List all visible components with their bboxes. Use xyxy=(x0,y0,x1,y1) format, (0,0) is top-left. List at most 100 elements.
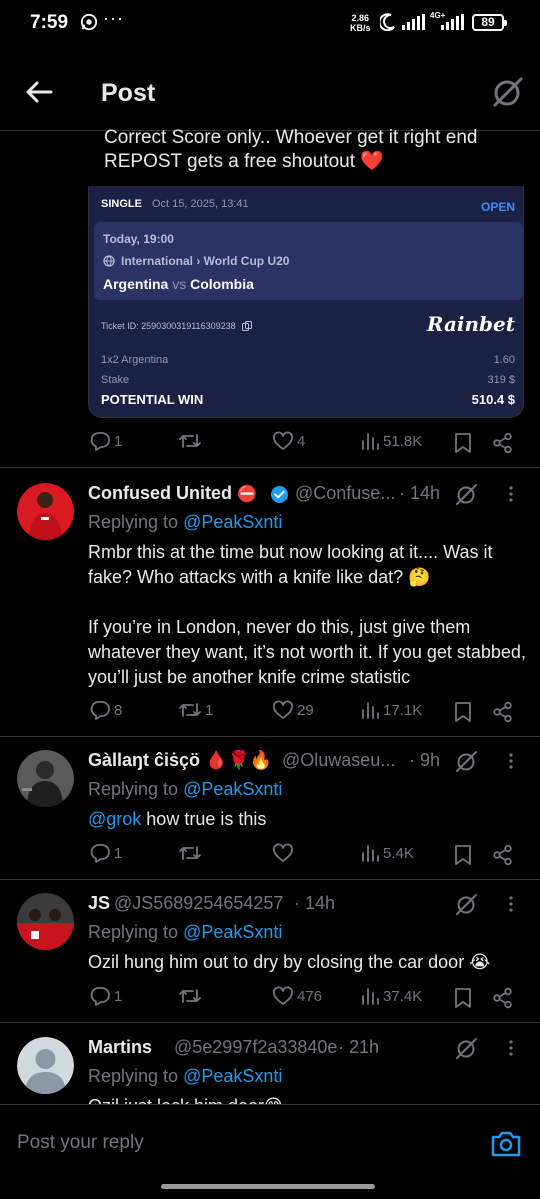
avatar[interactable] xyxy=(17,483,74,540)
reply-item[interactable]: Martins @5e2997f2a33840e · 21h Replying … xyxy=(0,1037,540,1104)
status-bar: 7:59 ··· 2.86 KB/s 4G+ 89 xyxy=(0,0,540,50)
match-league: International › World Cup U20 xyxy=(103,254,289,268)
reply-button[interactable]: 8 xyxy=(89,699,122,721)
repost-button[interactable] xyxy=(178,842,205,864)
views-button[interactable]: 5.4K xyxy=(360,842,414,864)
handle: @JS5689254654257 xyxy=(114,893,284,913)
signal-icon xyxy=(402,14,425,30)
handle: @Confuse... xyxy=(295,483,396,503)
grok-icon[interactable] xyxy=(490,75,524,109)
replying-to: Replying to @PeakSxnti xyxy=(88,512,283,532)
heart-icon xyxy=(273,431,293,450)
moon-icon xyxy=(380,13,395,31)
display-name[interactable]: Confused United ⛔ xyxy=(88,483,257,504)
like-button[interactable]: 29 xyxy=(272,699,314,721)
share-icon[interactable] xyxy=(492,432,514,454)
reply-icon xyxy=(90,987,110,1006)
repost-button[interactable]: 1 xyxy=(178,699,213,721)
repost-button[interactable] xyxy=(178,430,205,452)
status-time: 7:59 xyxy=(30,12,69,33)
network-speed: 2.86 KB/s xyxy=(350,13,371,33)
bet-slip-image[interactable]: SINGLE Oct 15, 2025, 13:41 OPEN Today, 1… xyxy=(88,186,524,418)
bet-date: Oct 15, 2025, 13:41 xyxy=(152,198,249,210)
reply-action-bar: 1 5.4K xyxy=(0,842,540,868)
repost-icon xyxy=(179,434,201,448)
heart-icon xyxy=(273,700,293,719)
views-button[interactable]: 51.8K xyxy=(360,430,422,452)
more-options-icon[interactable] xyxy=(506,894,516,914)
views-button[interactable]: 37.4K xyxy=(360,985,422,1007)
bet-status: OPEN xyxy=(480,200,515,214)
rainbet-logo: Rainbet xyxy=(426,312,515,336)
replying-to-link[interactable]: @PeakSxnti xyxy=(183,1066,282,1086)
replying-to: Replying to @PeakSxnti xyxy=(88,1066,283,1086)
handle: @Oluwaseu... xyxy=(282,750,396,770)
avatar[interactable] xyxy=(17,1037,74,1094)
like-button[interactable]: 476 xyxy=(272,985,322,1007)
copy-icon xyxy=(241,321,252,331)
back-arrow-icon[interactable] xyxy=(24,77,54,107)
more-options-icon[interactable] xyxy=(506,751,516,771)
views-icon xyxy=(362,845,379,862)
replying-to: Replying to @PeakSxnti xyxy=(88,922,283,942)
repost-icon xyxy=(179,989,201,1003)
divider xyxy=(0,1022,540,1023)
replying-to-link[interactable]: @PeakSxnti xyxy=(183,512,282,532)
views-icon xyxy=(362,702,379,719)
reply-icon xyxy=(90,844,110,863)
bookmark-icon[interactable] xyxy=(453,432,473,454)
camera-icon[interactable] xyxy=(490,1129,522,1159)
display-name[interactable]: Gàllaŋt ĉiṡçö 🩸🌹🔥 xyxy=(88,750,272,771)
reply-item[interactable]: Gàllaŋt ĉiṡçö 🩸🌹🔥 @Oluwaseu... · 9h Repl… xyxy=(0,750,540,870)
display-name[interactable]: Martins xyxy=(88,1037,152,1058)
potential-win-label: POTENTIAL WIN xyxy=(101,392,204,407)
home-indicator[interactable] xyxy=(161,1184,375,1189)
whatsapp-icon xyxy=(80,13,98,31)
replying-to-link[interactable]: @PeakSxnti xyxy=(183,922,282,942)
share-icon[interactable] xyxy=(492,987,514,1009)
reply-text: Ozil just lock him door😅 xyxy=(88,1094,528,1104)
grok-mention-link[interactable]: @grok xyxy=(88,809,141,829)
selection-odds: 1.60 xyxy=(493,354,515,366)
timestamp: · 14h xyxy=(294,893,336,913)
reply-text: @grok how true is this xyxy=(88,809,267,829)
reply-item[interactable]: JS @JS5689254654257 · 14h Replying to @P… xyxy=(0,893,540,1013)
grok-icon[interactable] xyxy=(454,749,478,773)
replying-to-link[interactable]: @PeakSxnti xyxy=(183,779,282,799)
grok-icon[interactable] xyxy=(454,892,478,916)
repost-button[interactable] xyxy=(178,985,205,1007)
avatar[interactable] xyxy=(17,750,74,807)
more-options-icon[interactable] xyxy=(506,1038,516,1058)
page-title: Post xyxy=(101,79,156,107)
share-icon[interactable] xyxy=(492,701,514,723)
share-icon[interactable] xyxy=(492,844,514,866)
reply-button[interactable]: 1 xyxy=(89,985,122,1007)
timestamp: · 21h xyxy=(338,1037,380,1057)
display-name[interactable]: JS xyxy=(88,893,110,914)
reply-action-bar: 1 476 37.4K xyxy=(0,985,540,1011)
reply-button[interactable]: 1 xyxy=(89,842,122,864)
more-options-icon[interactable] xyxy=(506,484,516,504)
tweet-text: Correct Score only.. Whoever get it righ… xyxy=(104,127,478,172)
bookmark-icon[interactable] xyxy=(453,987,473,1009)
reply-input[interactable]: Post your reply xyxy=(17,1132,144,1154)
avatar[interactable] xyxy=(17,893,74,950)
bookmark-icon[interactable] xyxy=(453,844,473,866)
bookmark-icon[interactable] xyxy=(453,701,473,723)
stake-label: Stake xyxy=(101,374,130,386)
divider xyxy=(0,736,540,737)
like-button[interactable] xyxy=(272,842,297,864)
signal-icon-2 xyxy=(441,14,464,30)
views-icon xyxy=(362,988,379,1005)
reply-button[interactable]: 1 xyxy=(89,430,122,452)
heart-icon xyxy=(273,986,293,1005)
ticket-id: Ticket ID: 2590300319116309238 xyxy=(101,321,252,331)
views-button[interactable]: 17.1K xyxy=(360,699,422,721)
like-button[interactable]: 4 xyxy=(272,430,305,452)
divider xyxy=(0,467,540,468)
status-more-icon: ··· xyxy=(103,8,124,28)
views-icon xyxy=(362,433,379,450)
grok-icon[interactable] xyxy=(454,1037,478,1060)
reply-item[interactable]: Confused United ⛔ @Confuse... · 14h Repl… xyxy=(0,483,540,733)
grok-icon[interactable] xyxy=(454,482,478,506)
